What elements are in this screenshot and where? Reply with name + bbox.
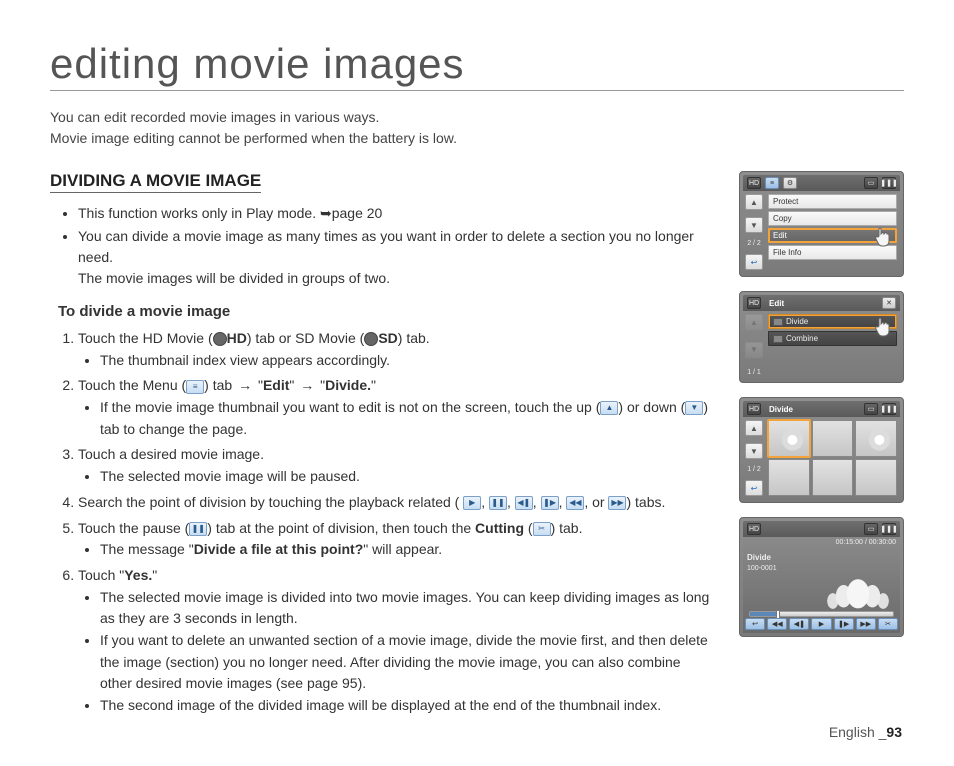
progress-bar[interactable]	[749, 611, 894, 617]
progress-fill	[750, 612, 776, 616]
thumbnail[interactable]	[855, 459, 897, 496]
step-5: Touch the pause (❚❚) tab at the point of…	[78, 518, 711, 561]
step-1: Touch the HD Movie (HD) tab or SD Movie …	[78, 328, 711, 371]
hd-tab-icon: HD	[747, 403, 761, 415]
divide-icon	[773, 318, 783, 326]
down-tab-icon: ▼	[685, 401, 703, 415]
thumbnail-selected[interactable]	[768, 420, 810, 457]
file-counter: 100-0001	[747, 565, 777, 572]
nav-up-button[interactable]: ▲	[745, 420, 763, 436]
player-cut-button[interactable]: ✂	[878, 618, 898, 630]
player-step-back-button[interactable]: ◀❚	[789, 618, 809, 630]
step-3: Touch a desired movie image. The selecte…	[78, 444, 711, 487]
timecode: 00:15:00 / 00:30:00	[836, 539, 896, 546]
step-forward-icon: ❚▶	[541, 496, 559, 510]
player-play-button[interactable]: ▶	[811, 618, 831, 630]
thumbnail[interactable]	[812, 420, 854, 457]
mode-label: Divide	[747, 553, 771, 562]
sub-heading: To divide a movie image	[58, 303, 711, 320]
bullet-play-mode: This function works only in Play mode. ➥…	[78, 203, 711, 224]
up-tab-icon: ▲	[600, 401, 618, 415]
video-frame-flower	[822, 565, 894, 613]
step-5-sub: The message "Divide a file at this point…	[100, 539, 711, 561]
hd-tab-icon: HD	[747, 177, 761, 189]
close-icon[interactable]: ✕	[882, 297, 896, 309]
step-3-sub: The selected movie image will be paused.	[100, 466, 711, 488]
battery-icon: ❚❚❚	[882, 403, 896, 415]
back-button[interactable]: ↩	[745, 480, 763, 496]
camera-screen-player: HD ▭ ❚❚❚ 00:15:00 / 00:30:00 Divide 100-…	[739, 517, 904, 637]
camera-screen-menu: HD ≡ ⚙ ▭ ❚❚❚ ▲ ▼ 2 / 2 ↩ Protect Copy Ed…	[739, 171, 904, 277]
steps-list: Touch the HD Movie (HD) tab or SD Movie …	[50, 328, 711, 717]
battery-icon: ❚❚❚	[882, 523, 896, 535]
thumbnail[interactable]	[855, 420, 897, 457]
player-ff-button[interactable]: ▶▶	[856, 618, 876, 630]
combine-icon	[773, 335, 783, 343]
step-6-sub-1: The selected movie image is divided into…	[100, 587, 711, 630]
step-6: Touch "Yes." The selected movie image is…	[78, 565, 711, 717]
menu-tab-selected-icon: ≡	[765, 177, 779, 189]
fast-forward-icon: ▶▶	[608, 496, 626, 510]
thumbnail[interactable]	[768, 459, 810, 496]
submenu-combine[interactable]: Combine	[768, 331, 897, 346]
nav-up-button[interactable]: ▲	[745, 194, 763, 210]
submenu-divide[interactable]: Divide	[768, 314, 897, 329]
pause-tab-icon: ❚❚	[189, 522, 207, 536]
intro-bullets: This function works only in Play mode. ➥…	[50, 203, 711, 289]
thumbnail[interactable]	[812, 459, 854, 496]
card-icon: ▭	[864, 523, 878, 535]
card-icon: ▭	[864, 403, 878, 415]
nav-down-button[interactable]: ▼	[745, 443, 763, 459]
intro-line-2: Movie image editing cannot be performed …	[50, 128, 904, 149]
card-icon: ▭	[864, 177, 878, 189]
step-6-sub-2: If you want to delete an unwanted sectio…	[100, 630, 711, 695]
page-counter: 1 / 1	[745, 369, 763, 376]
player-rewind-button[interactable]: ◀◀	[767, 618, 787, 630]
sd-movie-icon	[364, 332, 378, 346]
cutting-tab-icon: ✂	[533, 522, 551, 536]
menu-item-protect[interactable]: Protect	[768, 194, 897, 209]
step-2-sub: If the movie image thumbnail you want to…	[100, 397, 711, 440]
back-button[interactable]: ↩	[745, 254, 763, 270]
player-back-button[interactable]: ↩	[745, 618, 765, 630]
step-back-icon: ◀❚	[515, 496, 533, 510]
page-counter: 2 / 2	[745, 240, 763, 247]
step-2: Touch the Menu (≡) tab → "Edit" → "Divid…	[78, 375, 711, 440]
step-1-sub: The thumbnail index view appears accordi…	[100, 350, 711, 372]
nav-up-button: ▲	[745, 314, 763, 330]
intro-text: You can edit recorded movie images in va…	[50, 107, 904, 149]
pause-icon: ❚❚	[489, 496, 507, 510]
menu-tab-icon: ≡	[186, 380, 204, 394]
section-header: DIVIDING A MOVIE IMAGE	[50, 171, 261, 193]
rewind-icon: ◀◀	[566, 496, 584, 510]
bullet-divide-info: You can divide a movie image as many tim…	[78, 226, 711, 289]
step-4: Search the point of division by touching…	[78, 492, 711, 514]
nav-down-button: ▼	[745, 342, 763, 358]
menu-item-copy[interactable]: Copy	[768, 211, 897, 226]
player-step-fwd-button[interactable]: ❚▶	[834, 618, 854, 630]
menu-item-edit[interactable]: Edit	[768, 228, 897, 243]
screen-title: Divide	[765, 405, 860, 414]
camera-screen-divide-thumbs: HD Divide ▭ ❚❚❚ ▲ ▼ 1 / 2 ↩	[739, 397, 904, 503]
page-title: editing movie images	[50, 40, 904, 91]
page-footer: English _93	[829, 724, 902, 740]
menu-item-fileinfo[interactable]: File Info	[768, 245, 897, 260]
hd-movie-icon	[213, 332, 227, 346]
screenshot-column: HD ≡ ⚙ ▭ ❚❚❚ ▲ ▼ 2 / 2 ↩ Protect Copy Ed…	[739, 171, 904, 721]
battery-icon: ❚❚❚	[882, 177, 896, 189]
step-6-sub-3: The second image of the divided image wi…	[100, 695, 711, 717]
play-icon: ▶	[463, 496, 481, 510]
settings-tab-icon: ⚙	[783, 177, 797, 189]
hd-tab-icon: HD	[747, 523, 761, 535]
nav-down-button[interactable]: ▼	[745, 217, 763, 233]
camera-screen-edit-submenu: HD Edit ✕ ▲ ▼ 1 / 1 Divide Combine	[739, 291, 904, 383]
screen-title: Edit	[765, 299, 878, 308]
hd-tab-icon: HD	[747, 297, 761, 309]
page-counter: 1 / 2	[745, 466, 763, 473]
intro-line-1: You can edit recorded movie images in va…	[50, 107, 904, 128]
